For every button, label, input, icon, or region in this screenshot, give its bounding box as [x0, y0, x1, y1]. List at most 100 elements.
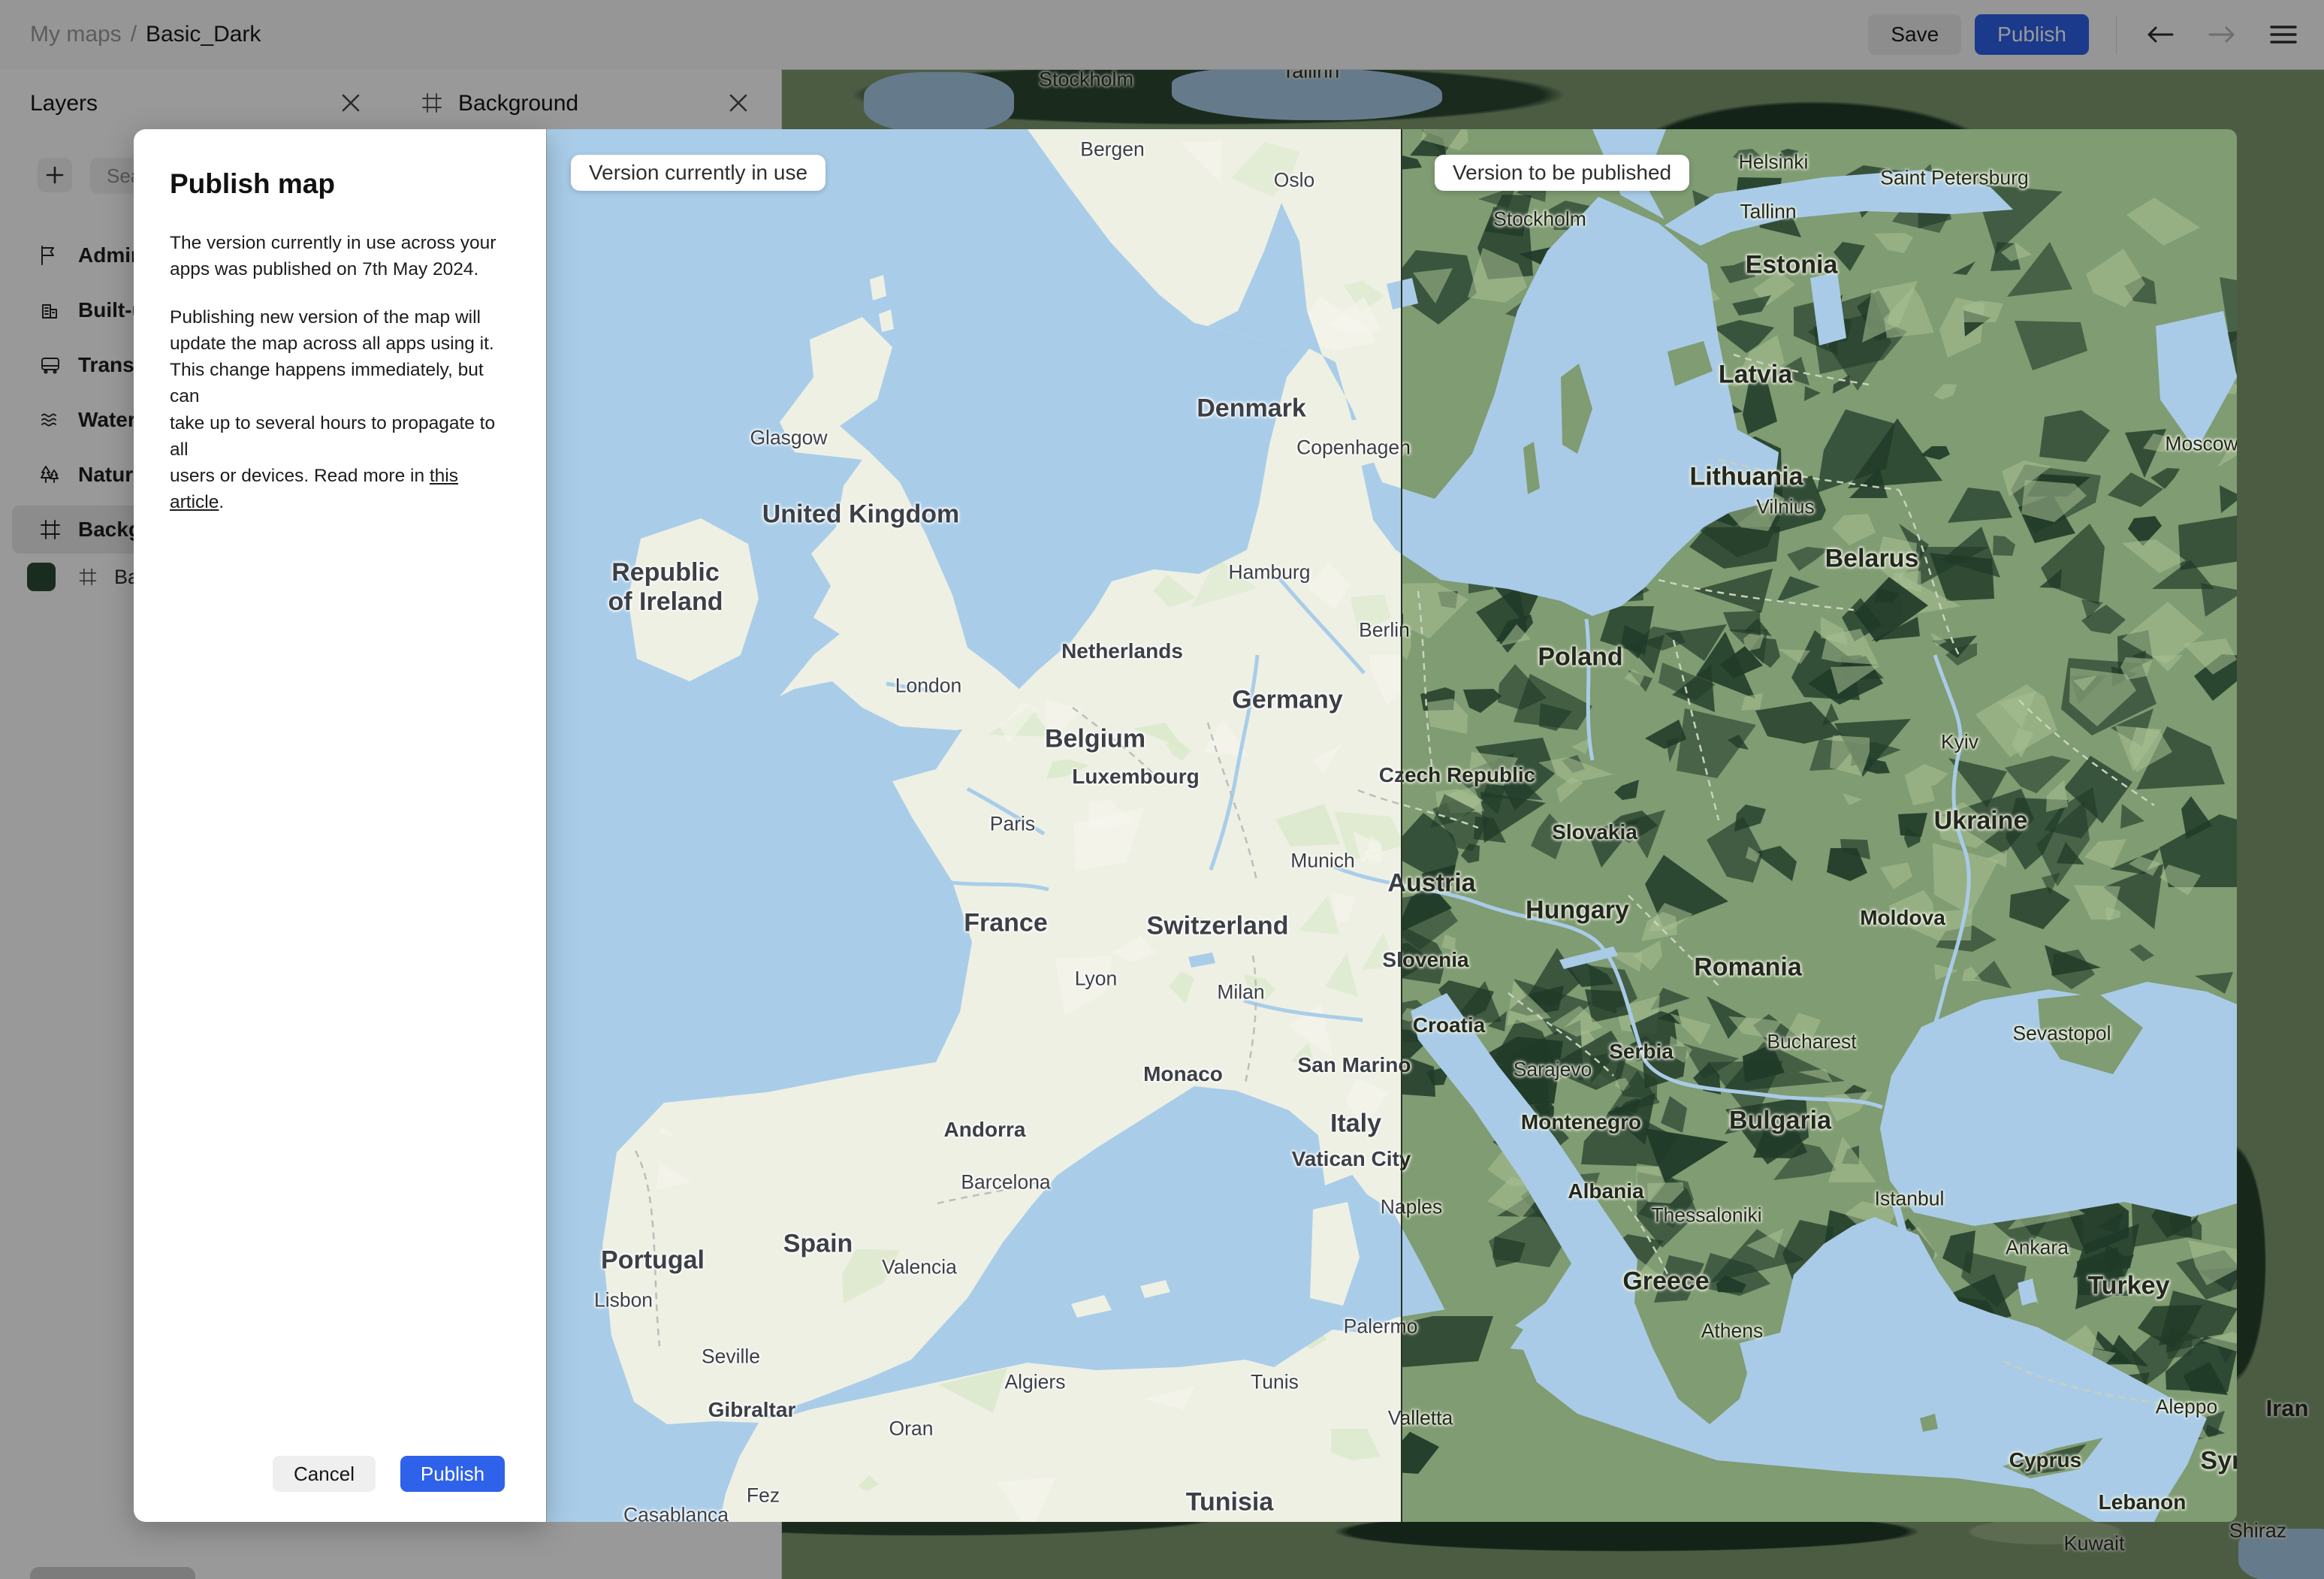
map-label: Istanbul [1874, 1187, 1945, 1210]
map-label: Tunis [1251, 1370, 1299, 1393]
map-label: Estonia [1745, 250, 1838, 279]
dialog-title: Publish map [170, 168, 335, 199]
map-label: Switzerland [1146, 911, 1289, 940]
map-label: Munich [1290, 849, 1355, 872]
map-preview-published[interactable]: BergenOsloHelsinkiSaint PetersburgStockh… [1402, 129, 2237, 1522]
map-label: Kyiv [1940, 730, 1979, 753]
map-label: Milan [1217, 980, 1265, 1004]
map-label: Naples [1402, 1195, 1443, 1218]
map-label: Ankara [2006, 1236, 2069, 1259]
map-label: Vatican City [1402, 1147, 1411, 1170]
map-label: Tallinn [1740, 200, 1797, 223]
map-label: Netherlands [1061, 639, 1183, 663]
map-label: Sarajevo [1513, 1058, 1592, 1081]
publish-confirm-button[interactable]: Publish [400, 1456, 505, 1492]
map-label: Bucharest [1767, 1030, 1857, 1053]
map-label: San Marino [1297, 1053, 1402, 1076]
map-label: Berlin [1359, 618, 1402, 642]
map-label: Germany [1232, 685, 1343, 714]
map-label: Spain [783, 1229, 853, 1258]
map-label: Ukraine [1933, 806, 2028, 835]
map-label: Athens [1701, 1319, 1764, 1342]
map-label: Lithuania [1689, 462, 1803, 491]
map-label: Greece [1622, 1267, 1710, 1296]
app-window: Stockholm Tallinn Iran Shiraz Kuwait My maps… [0, 0, 2324, 1579]
map-label: Croatia [1412, 1013, 1486, 1037]
map-label: Turkey [2087, 1271, 2170, 1300]
map-label: San Marino [1402, 1053, 1411, 1076]
map-label: Belgium [1044, 724, 1146, 753]
map-label: Valletta [1387, 1406, 1402, 1430]
compare-split-divider[interactable] [1401, 129, 1402, 1522]
map-label: Hungary [1526, 895, 1629, 925]
map-label: Casablanca [623, 1503, 729, 1523]
map-label: Naples [1380, 1195, 1402, 1218]
map-label: Vilnius [1756, 495, 1815, 518]
map-label: Bulgaria [1728, 1106, 1832, 1135]
map-label: Copenhagen [1402, 436, 1411, 459]
map-label: Latvia [1718, 360, 1793, 389]
map-label: Republic of Ireland [608, 558, 723, 616]
published-version-chip: Version to be published [1435, 155, 1690, 191]
map-label: France [964, 908, 1048, 937]
map-label: Czech Republic [1402, 763, 1536, 786]
cancel-button[interactable]: Cancel [273, 1456, 376, 1492]
map-label: Berlin [1402, 618, 1410, 642]
map-label: Copenhagen [1296, 436, 1402, 459]
map-label: Tunisia [1185, 1487, 1274, 1517]
map-label: Thessaloniki [1651, 1203, 1762, 1227]
map-label: Andorra [943, 1118, 1026, 1141]
map-label: Monaco [1143, 1062, 1223, 1085]
version-compare-view: Bergen Oslo Helsinki Saint Petersburg Stockh… [547, 129, 2237, 1522]
map-label: Czech Republic [1378, 763, 1402, 786]
map-label: Paris [989, 812, 1036, 835]
map-label: London [895, 674, 962, 697]
map-label: Slovenia [1402, 948, 1469, 971]
map-label: Palermo [1343, 1315, 1402, 1338]
map-label: Belarus [1824, 544, 1919, 573]
map-label: Denmark [1197, 394, 1306, 423]
map-label: Valencia [882, 1255, 957, 1279]
map-label: Poland [1538, 642, 1623, 672]
map-label: Helsinki [1738, 150, 1809, 174]
map-label: Vatican City [1291, 1147, 1402, 1170]
dialog-paragraph-1: The version currently in use across your… [170, 233, 496, 280]
map-label: Lebanon [2098, 1490, 2187, 1514]
map-label: Bergen [1080, 137, 1145, 161]
map-label: Oslo [1273, 168, 1315, 192]
publish-dialog: Publish map The version currently in use… [134, 129, 546, 1522]
map-label: Italy [1330, 1109, 1382, 1138]
map-label: Gibraltar [708, 1398, 796, 1421]
map-label: Palermo [1402, 1315, 1418, 1338]
map-label: Hamburg [1228, 560, 1311, 584]
map-label: Montenegro [1520, 1110, 1642, 1134]
map-label: Stockholm [1493, 207, 1586, 231]
map-label: Moscow [2165, 432, 2237, 455]
map-label: Oran [889, 1417, 934, 1440]
map-label: Luxembourg [1072, 765, 1200, 788]
map-label: Portugal [601, 1245, 705, 1275]
map-label: Aleppo [2155, 1395, 2218, 1418]
map-label: Slovakia [1552, 820, 1637, 844]
map-preview-current[interactable]: BergenOsloHelsinkiSaint PetersburgStockh… [547, 129, 1402, 1522]
map-label: Moldova [1860, 906, 1945, 929]
map-label: Austria [1387, 868, 1402, 898]
map-label: Algiers [1004, 1370, 1066, 1393]
map-label: Sevastopol [2012, 1022, 2111, 1045]
map-label: Syria [2200, 1446, 2237, 1475]
map-label: Lyon [1074, 967, 1118, 990]
map-label: Barcelona [961, 1170, 1051, 1194]
map-label: Romania [1694, 953, 1802, 982]
map-label: Serbia [1609, 1040, 1674, 1063]
map-label: Seville [701, 1345, 761, 1368]
map-label: Fez [746, 1484, 780, 1507]
map-label: Lisbon [593, 1288, 653, 1312]
map-label: United Kingdom [762, 500, 960, 529]
map-label: Glasgow [750, 426, 828, 449]
map-label: Slovenia [1382, 948, 1402, 971]
map-label: Cyprus [2009, 1448, 2082, 1472]
map-label: Valletta [1402, 1406, 1453, 1430]
map-label: Austria [1402, 868, 1476, 898]
map-label: Albania [1568, 1179, 1644, 1203]
current-version-chip: Version currently in use [571, 155, 826, 191]
